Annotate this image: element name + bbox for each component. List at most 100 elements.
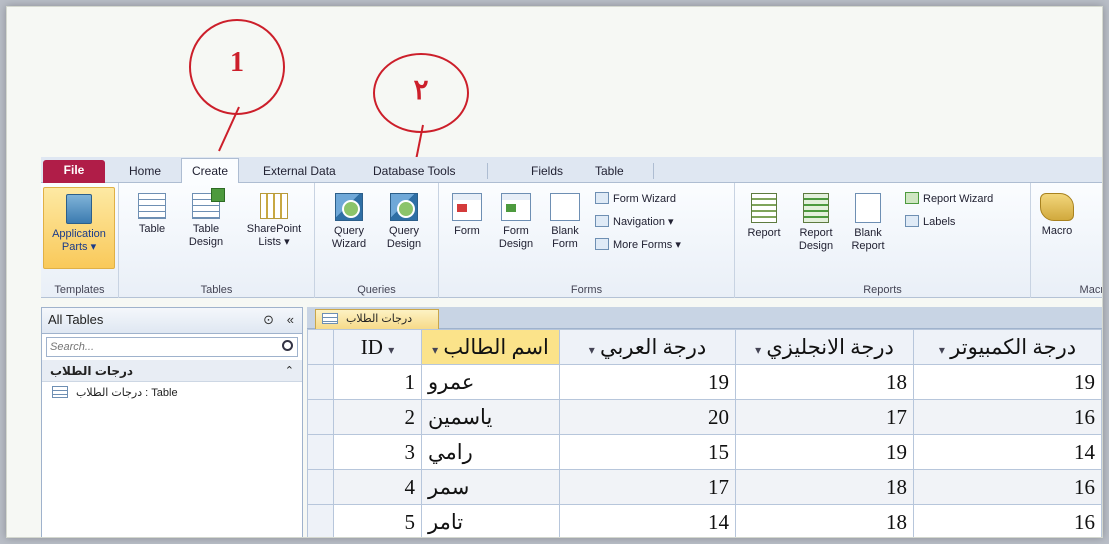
column-header-computer[interactable]: ▾ درجة الكمبيوتر [913,329,1102,365]
cell-name[interactable]: سمر [421,469,560,505]
table-design-button[interactable]: Table Design [183,188,229,249]
query-wizard-icon [335,193,363,221]
cell-id[interactable]: 3 [333,434,422,470]
dropdown-icon[interactable]: ▾ [388,343,394,357]
cell-id[interactable]: 4 [333,469,422,505]
cell-computer[interactable]: 16 [913,504,1102,537]
nav-header[interactable]: All Tables ⊙ « [42,308,302,334]
chevron-up-icon[interactable]: ⌃ [285,360,294,382]
sharepoint-lists-button[interactable]: SharePoint Lists ▾ [237,193,311,249]
report-wizard-icon [905,192,919,204]
column-header-name[interactable]: ▾ اسم الطالب [421,329,560,365]
column-header-arabic[interactable]: ▾ درجة العربي [559,329,736,365]
group-reports: Report Report Design Blank Report Report… [735,183,1031,298]
row-selector[interactable] [307,469,334,505]
dropdown-icon[interactable]: ▾ [589,343,595,357]
ribbon: Application Parts ▾ Templates Table Tabl… [41,183,1102,298]
select-all-cell[interactable] [307,329,334,365]
table-icon [52,386,68,398]
group-templates: Application Parts ▾ Templates [41,183,119,298]
cell-computer[interactable]: 14 [913,434,1102,470]
form-button[interactable]: Form [445,193,489,238]
cell-arabic[interactable]: 17 [559,469,736,505]
cell-computer[interactable]: 19 [913,364,1102,400]
report-design-button[interactable]: Report Design [791,193,841,253]
table-row: 1 عمرو 19 18 19 [307,364,1102,400]
group-forms: Form Form Design Blank Form Form Wizard … [439,183,735,298]
cell-computer[interactable]: 16 [913,399,1102,435]
form-wizard-button[interactable]: Form Wizard [595,191,676,207]
query-design-icon [390,193,418,221]
report-wizard-button[interactable]: Report Wizard [905,191,993,207]
cell-english[interactable]: 19 [735,434,914,470]
cell-name[interactable]: رامي [421,434,560,470]
navigation-button[interactable]: Navigation ▾ [595,214,674,230]
tab-create[interactable]: Create [181,158,240,184]
group-label-tables: Tables [200,284,233,296]
query-wizard-button[interactable]: Query Wizard [323,193,375,251]
labels-button[interactable]: Labels [905,214,955,230]
tab-database-tools[interactable]: Database Tools [363,161,466,183]
row-selector[interactable] [307,504,334,537]
more-forms-label: More Forms ▾ [613,239,681,251]
nav-item-table[interactable]: درجات الطلاب : Table [42,382,302,404]
cell-english[interactable]: 17 [735,399,914,435]
cell-id[interactable]: 5 [333,504,422,537]
report-button[interactable]: Report [741,193,787,240]
cell-id[interactable]: 1 [333,364,422,400]
form-design-button[interactable]: Form Design [493,193,539,251]
dropdown-icon[interactable]: ▾ [755,343,761,357]
table-row: 5 تامر 14 18 16 [307,504,1102,537]
tab-file[interactable]: File [43,160,105,183]
macro-button[interactable]: Macro [1035,193,1079,238]
column-header-id[interactable]: ID ▾ [333,329,422,365]
nav-collapse-icon[interactable]: « [287,308,294,332]
cell-name[interactable]: عمرو [421,364,560,400]
report-wizard-label: Report Wizard [923,193,994,205]
column-header-english[interactable]: ▾ درجة الانجليزي [735,329,914,365]
more-forms-button[interactable]: More Forms ▾ [595,237,681,253]
blank-form-button[interactable]: Blank Form [543,193,587,251]
tab-fields[interactable]: Fields [521,161,573,183]
column-header-label: ID [360,334,383,359]
tab-external-data[interactable]: External Data [253,161,346,183]
cell-arabic[interactable]: 15 [559,434,736,470]
nav-search-input[interactable] [47,338,267,356]
tab-home[interactable]: Home [119,161,171,183]
annotation-number-1: 1 [230,47,244,78]
group-label-forms: Forms [570,284,603,296]
tab-table[interactable]: Table [585,161,634,183]
column-header-label: درجة العربي [599,334,707,359]
form-label: Form [454,225,480,237]
row-selector[interactable] [307,399,334,435]
report-label: Report [747,227,781,239]
dropdown-icon[interactable]: ▾ [939,343,945,357]
document-tab[interactable]: درجات الطلاب [315,309,439,330]
table-icon [138,193,166,219]
cell-arabic[interactable]: 19 [559,364,736,400]
cell-name[interactable]: تامر [421,504,560,537]
nav-group-header[interactable]: درجات الطلاب ⌃ [42,360,302,382]
query-design-button[interactable]: Query Design [377,193,431,251]
table-button[interactable]: Table [129,193,175,236]
more-forms-icon [595,238,609,250]
cell-name[interactable]: ياسمين [421,399,560,435]
search-icon[interactable] [282,340,293,351]
group-label-reports: Reports [863,284,902,296]
cell-english[interactable]: 18 [735,504,914,537]
cell-id[interactable]: 2 [333,399,422,435]
cell-arabic[interactable]: 20 [559,399,736,435]
nav-menu-icon[interactable]: ⊙ [263,308,274,332]
application-parts-button[interactable]: Application Parts ▾ [43,187,115,269]
row-selector[interactable] [307,364,334,400]
document-tab-label: درجات الطلاب [346,313,413,325]
row-selector[interactable] [307,434,334,470]
cell-english[interactable]: 18 [735,469,914,505]
table-design-label: Table Design [188,223,224,248]
blank-report-button[interactable]: Blank Report [843,193,893,253]
report-icon [751,193,777,223]
cell-english[interactable]: 18 [735,364,914,400]
dropdown-icon[interactable]: ▾ [432,343,438,357]
cell-arabic[interactable]: 14 [559,504,736,537]
cell-computer[interactable]: 16 [913,469,1102,505]
